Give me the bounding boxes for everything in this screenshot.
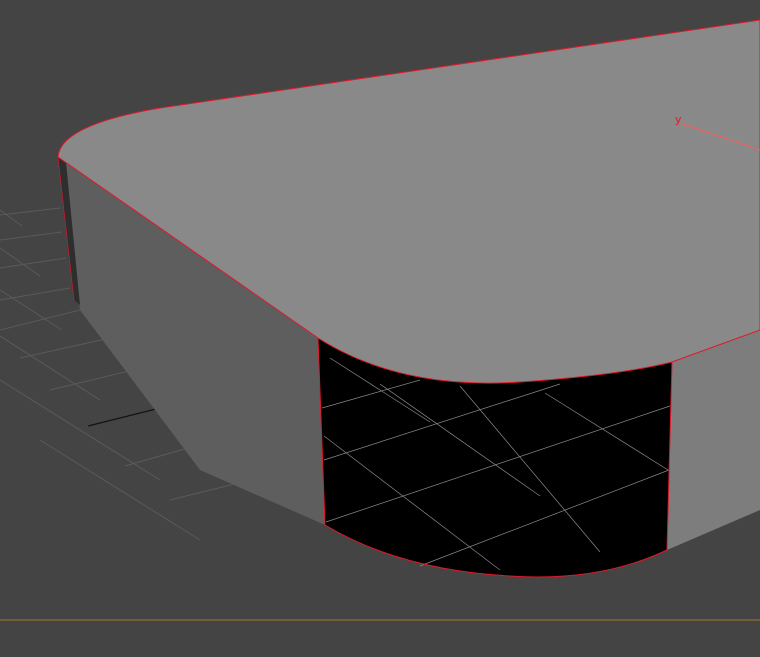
axis-y-label: y bbox=[675, 113, 682, 126]
viewport-scene[interactable]: y bbox=[0, 0, 760, 657]
3d-viewport[interactable]: y bbox=[0, 0, 760, 657]
